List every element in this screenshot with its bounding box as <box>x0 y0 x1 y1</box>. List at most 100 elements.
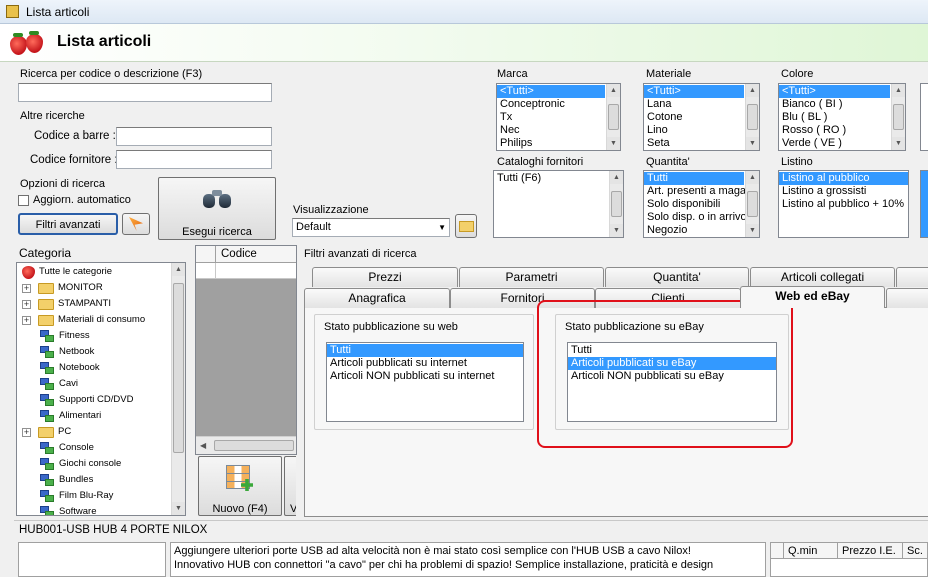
brand-scrollbar[interactable]: ▲ ▼ <box>606 84 620 150</box>
category-item[interactable]: Supporti CD/DVD <box>17 392 173 408</box>
arrow-button[interactable] <box>122 213 150 235</box>
category-item[interactable]: Tutte le categorie <box>17 264 173 280</box>
open-folder-button[interactable] <box>455 214 477 238</box>
tab[interactable]: Prezzi <box>312 267 458 287</box>
run-search-button[interactable]: Esegui ricerca <box>158 177 276 240</box>
price-list-option[interactable]: Listino a grossisti <box>779 185 908 198</box>
catalog-scrollbar[interactable]: ▲ ▼ <box>609 171 623 237</box>
web-status-listbox[interactable]: Tutti Articoli pubblicati su internet Arti… <box>326 342 524 422</box>
orange-arrow-icon <box>129 217 143 231</box>
category-tree[interactable]: Tutte le categorie + MONITOR + STAMPANTI + Mat… <box>16 262 186 516</box>
category-scrollbar[interactable]: ▲ ▼ <box>171 263 185 515</box>
partial-listbox[interactable] <box>920 83 928 151</box>
article-description[interactable]: Aggiungere ulteriori porte USB ad alta v… <box>170 542 766 577</box>
quantity-option[interactable]: Solo disponibili <box>644 198 744 211</box>
price-list-listbox[interactable]: Listino al pubblico Listino a grossisti Li… <box>778 170 909 238</box>
supplier-code-input[interactable] <box>116 150 272 169</box>
material-option[interactable]: Cotone <box>644 111 744 124</box>
category-label: Materiali di consumo <box>58 314 146 325</box>
color-listbox[interactable]: <Tutti> Bianco ( BI ) Blu ( BL ) Rosso ( RO… <box>778 83 906 151</box>
category-label: STAMPANTI <box>58 298 111 309</box>
category-item[interactable]: + STAMPANTI <box>17 296 173 312</box>
price-list-option[interactable]: Listino al pubblico + 10% <box>779 198 908 211</box>
article-grid[interactable]: Codice ◀ <box>195 245 297 455</box>
category-icon <box>40 394 54 406</box>
category-icon <box>40 378 54 390</box>
other-search-label: Altre ricerche <box>20 110 85 122</box>
expand-icon[interactable]: + <box>22 284 31 293</box>
expand-icon[interactable]: + <box>22 428 31 437</box>
advanced-filters-button[interactable]: Filtri avanzati <box>18 213 118 235</box>
category-item[interactable]: Fitness <box>17 328 173 344</box>
brand-option[interactable]: Conceptronic <box>497 98 605 111</box>
color-option[interactable]: Rosso ( RO ) <box>779 124 890 137</box>
quantity-option[interactable]: Art. presenti a magazzino <box>644 185 759 198</box>
category-item[interactable]: + Materiali di consumo <box>17 312 173 328</box>
web-status-option[interactable]: Tutti <box>327 344 523 357</box>
web-status-option[interactable]: Articoli pubblicati su internet <box>327 357 523 370</box>
material-scrollbar[interactable]: ▲ ▼ <box>745 84 759 150</box>
supplier-code-label: Codice fornitore : <box>30 154 118 166</box>
category-item[interactable]: Bundles <box>17 472 173 488</box>
tab-overflow[interactable] <box>886 288 928 308</box>
web-status-option[interactable]: Articoli NON pubblicati su internet <box>327 370 523 383</box>
expand-icon[interactable]: + <box>22 316 31 325</box>
tab[interactable]: Parametri <box>459 267 604 287</box>
category-item[interactable]: Notebook <box>17 360 173 376</box>
folder-icon <box>38 427 54 438</box>
price-list-option[interactable]: Listino al pubblico <box>779 172 908 185</box>
category-item[interactable]: Console <box>17 440 173 456</box>
search-input[interactable] <box>18 83 272 102</box>
category-item[interactable]: Alimentari <box>17 408 173 424</box>
tab-overflow[interactable] <box>896 267 928 287</box>
highlight-outline <box>537 300 793 448</box>
category-label: Alimentari <box>59 410 102 421</box>
folder-icon <box>38 283 54 294</box>
quantity-scrollbar[interactable]: ▲ ▼ <box>745 171 759 237</box>
quantity-option[interactable]: Negozio <box>644 224 744 237</box>
category-item[interactable]: Film Blu-Ray <box>17 488 173 504</box>
quantity-option[interactable]: Tutti <box>644 172 744 185</box>
new-button[interactable]: Nuovo (F4) <box>198 456 282 516</box>
brand-listbox[interactable]: <Tutti> Conceptronic Tx Nec Philips ▲ ▼ <box>496 83 621 151</box>
category-item[interactable]: Software <box>17 504 173 515</box>
category-label: Giochi console <box>59 458 122 469</box>
barcode-input[interactable] <box>116 127 272 146</box>
auto-update-checkbox[interactable] <box>18 195 29 206</box>
brand-option[interactable]: <Tutti> <box>497 85 605 98</box>
quantity-option[interactable]: Solo disp. o in arrivo <box>644 211 747 224</box>
tab[interactable]: Articoli collegati <box>750 267 895 287</box>
web-groupbox: Stato pubblicazione su web Tutti Articoli… <box>314 314 534 430</box>
display-select[interactable]: Default ▼ <box>292 218 450 237</box>
material-option[interactable]: Lino <box>644 124 744 137</box>
brand-option[interactable]: Nec <box>497 124 605 137</box>
grid-hscrollbar[interactable]: ◀ <box>196 436 296 454</box>
supplier-catalog-listbox[interactable]: Tutti (F6) ▲ ▼ <box>493 170 624 238</box>
material-option[interactable]: Seta <box>644 137 744 150</box>
category-item[interactable]: + PC <box>17 424 173 440</box>
tab[interactable]: Web ed eBay <box>740 286 885 308</box>
color-scrollbar[interactable]: ▲ ▼ <box>891 84 905 150</box>
material-listbox[interactable]: <Tutti> Lana Cotone Lino Seta ▲ ▼ <box>643 83 760 151</box>
color-option[interactable]: Verde ( VE ) <box>779 137 890 150</box>
partial-listbox-2[interactable] <box>920 170 928 238</box>
category-item[interactable]: Giochi console <box>17 456 173 472</box>
color-option[interactable]: Bianco ( BI ) <box>779 98 890 111</box>
material-option[interactable]: Lana <box>644 98 744 111</box>
color-option[interactable]: Blu ( BL ) <box>779 111 890 124</box>
category-item[interactable]: Cavi <box>17 376 173 392</box>
tab[interactable]: Anagrafica <box>304 288 450 308</box>
quantity-listbox[interactable]: Tutti Art. presenti a magazzino Solo dispo… <box>643 170 760 238</box>
brand-option[interactable]: Philips <box>497 137 605 150</box>
material-option[interactable]: <Tutti> <box>644 85 744 98</box>
brand-option[interactable]: Tx <box>497 111 605 124</box>
category-item[interactable]: Netbook <box>17 344 173 360</box>
expand-icon[interactable]: + <box>22 300 31 309</box>
category-label: Bundles <box>59 474 94 485</box>
partial-button[interactable]: V <box>284 456 296 516</box>
price-table[interactable]: Q.min Prezzo I.E. Sc. <box>770 542 928 577</box>
color-option[interactable]: <Tutti> <box>779 85 890 98</box>
tab[interactable]: Quantita' <box>605 267 749 287</box>
catalog-option[interactable]: Tutti (F6) <box>494 172 608 185</box>
category-item[interactable]: + MONITOR <box>17 280 173 296</box>
